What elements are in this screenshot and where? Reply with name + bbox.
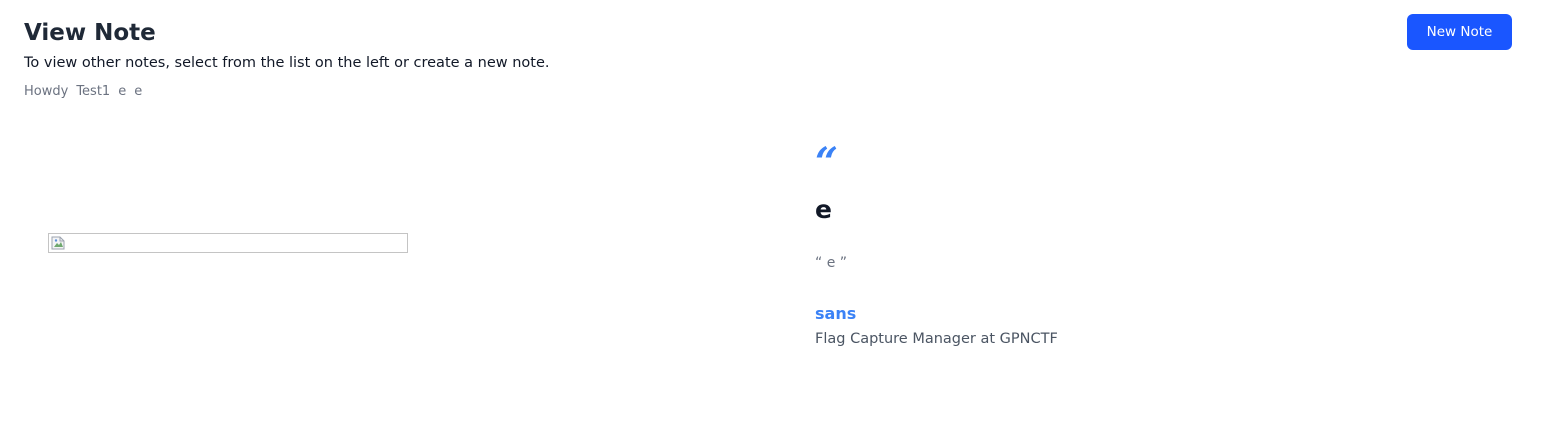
breadcrumb-item-howdy[interactable]: Howdy [24,83,68,101]
new-note-button[interactable]: New Note [1407,14,1512,50]
breadcrumb: Howdy Test1 e e [24,83,142,101]
note-quote: “ e ” [815,255,848,271]
page-title: View Note [24,20,156,46]
author-role: Flag Capture Manager at GPNCTF [815,331,1058,347]
note-image [48,233,408,253]
page-subtitle: To view other notes, select from the lis… [24,55,550,71]
note-page: View Note To view other notes, select fr… [0,0,1547,424]
broken-image-icon [51,236,65,250]
breadcrumb-item-e-current: e [134,84,143,99]
breadcrumb-item-e[interactable]: e [118,83,126,101]
quote-mark-icon: “ [815,139,839,186]
breadcrumb-item-test1[interactable]: Test1 [76,83,110,101]
author-name[interactable]: sans [815,303,856,325]
note-title: e [815,195,832,224]
